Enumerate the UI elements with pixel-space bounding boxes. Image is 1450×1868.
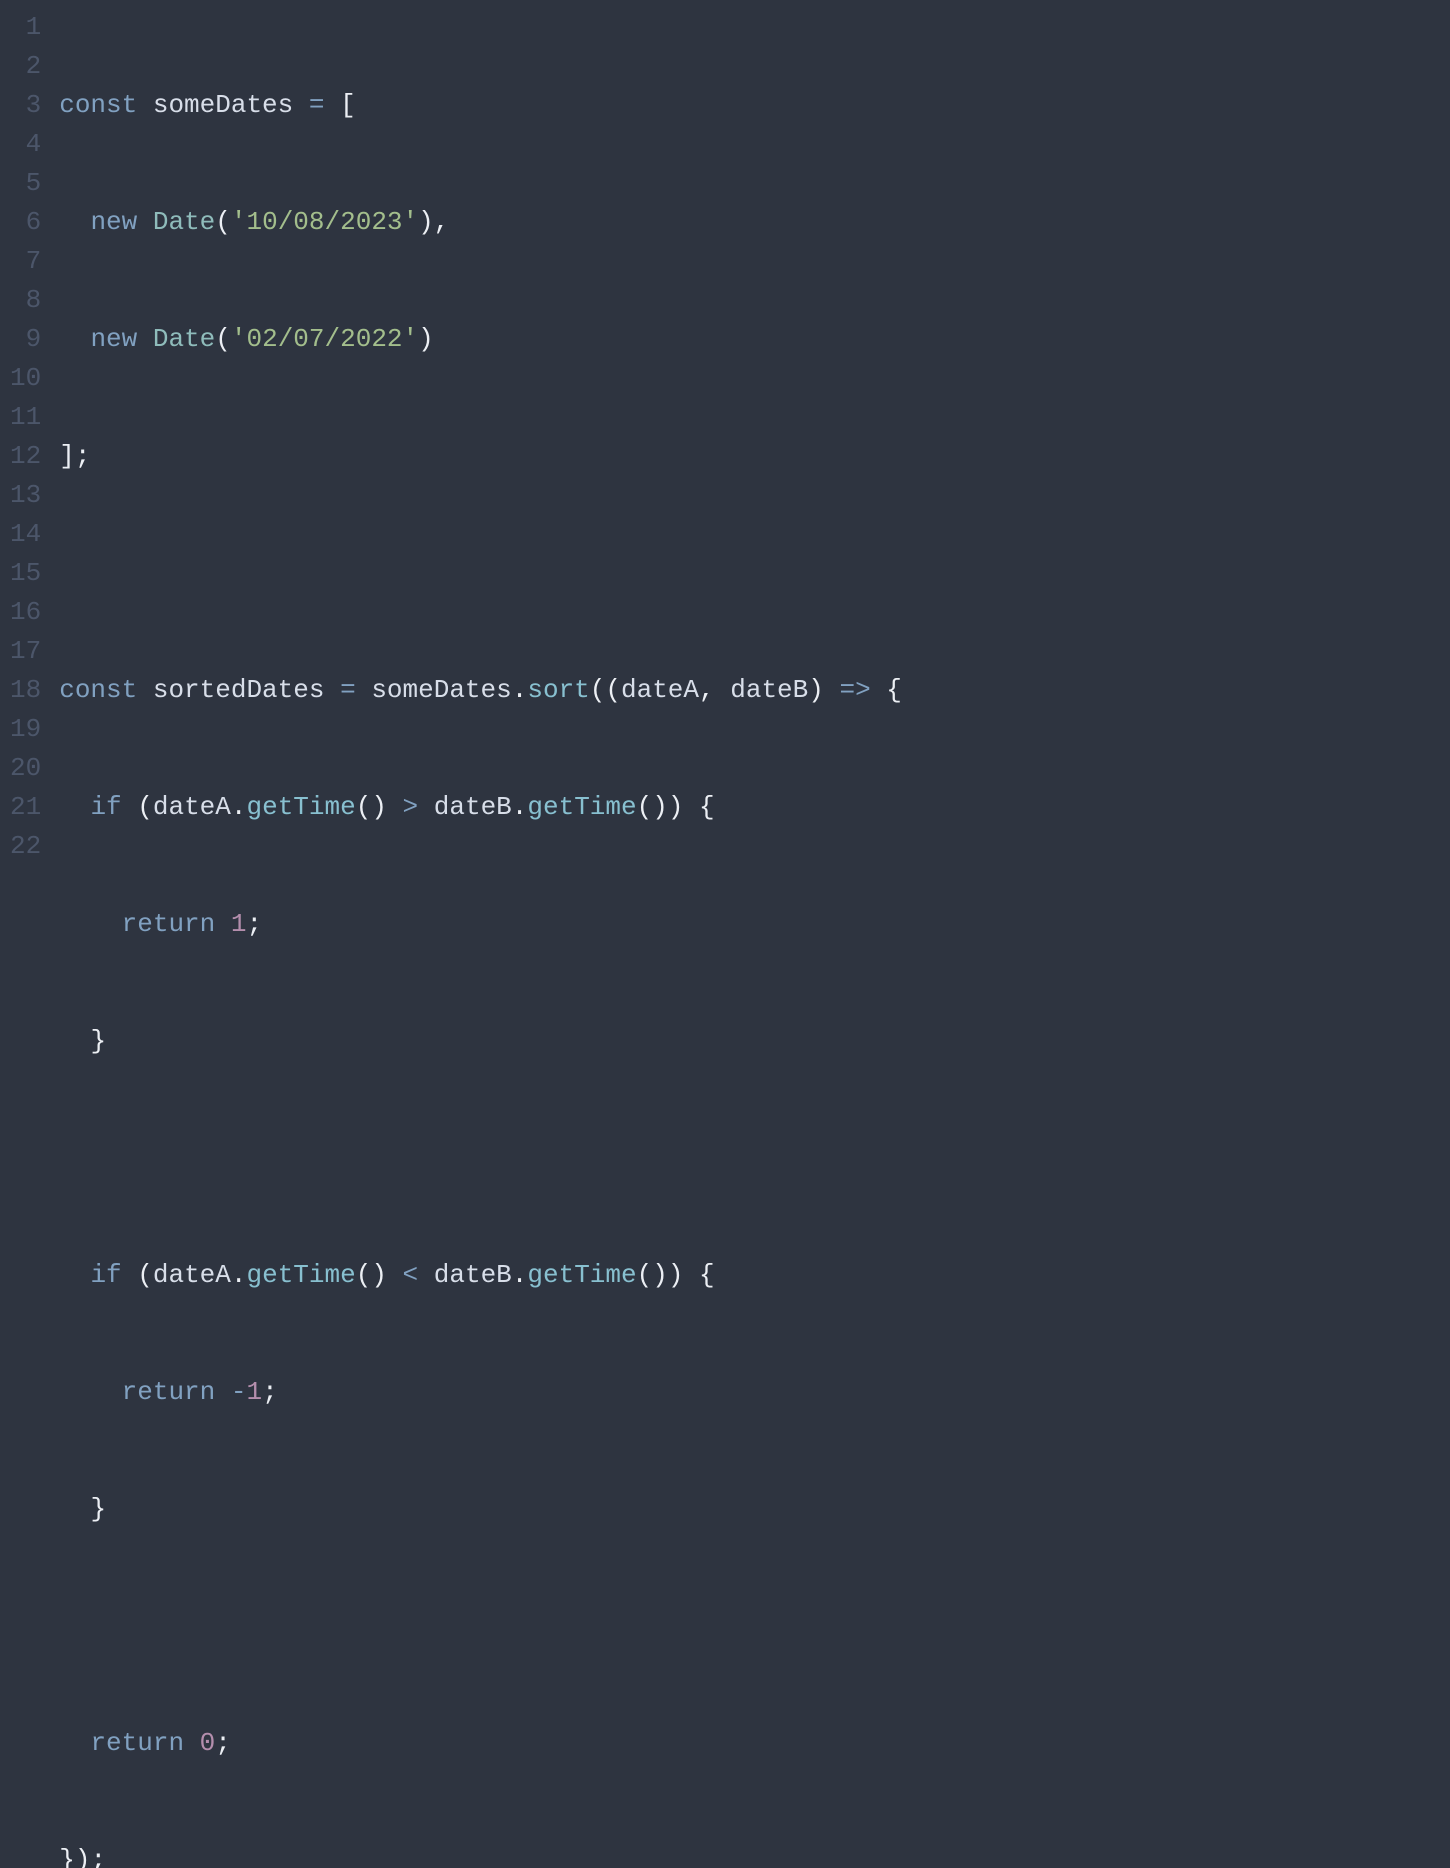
line-number: 18: [10, 671, 41, 710]
code-line[interactable]: [59, 1607, 1450, 1646]
line-number: 10: [10, 359, 41, 398]
line-number: 20: [10, 749, 41, 788]
code-content[interactable]: const someDates = [ new Date('10/08/2023…: [59, 8, 1450, 1868]
code-line[interactable]: [59, 1139, 1450, 1178]
line-number: 16: [10, 593, 41, 632]
line-number: 1: [10, 8, 41, 47]
code-line[interactable]: if (dateA.getTime() > dateB.getTime()) {: [59, 788, 1450, 827]
line-number: 12: [10, 437, 41, 476]
line-number: 4: [10, 125, 41, 164]
code-line[interactable]: const sortedDates = someDates.sort((date…: [59, 671, 1450, 710]
code-editor[interactable]: 1 2 3 4 5 6 7 8 9 10 11 12 13 14 15 16 1…: [0, 8, 1450, 1868]
line-number: 3: [10, 86, 41, 125]
code-line[interactable]: }: [59, 1022, 1450, 1061]
line-number: 19: [10, 710, 41, 749]
line-number: 17: [10, 632, 41, 671]
line-number-gutter: 1 2 3 4 5 6 7 8 9 10 11 12 13 14 15 16 1…: [0, 8, 59, 1868]
line-number: 11: [10, 398, 41, 437]
code-line[interactable]: new Date('02/07/2022'): [59, 320, 1450, 359]
code-line[interactable]: [59, 554, 1450, 593]
line-number: 21: [10, 788, 41, 827]
code-line[interactable]: return 1;: [59, 905, 1450, 944]
line-number: 15: [10, 554, 41, 593]
line-number: 9: [10, 320, 41, 359]
line-number: 2: [10, 47, 41, 86]
code-line[interactable]: }: [59, 1490, 1450, 1529]
code-line[interactable]: return 0;: [59, 1724, 1450, 1763]
code-line[interactable]: if (dateA.getTime() < dateB.getTime()) {: [59, 1256, 1450, 1295]
line-number: 6: [10, 203, 41, 242]
line-number: 14: [10, 515, 41, 554]
line-number: 7: [10, 242, 41, 281]
line-number: 13: [10, 476, 41, 515]
code-line[interactable]: return -1;: [59, 1373, 1450, 1412]
line-number: 22: [10, 827, 41, 866]
code-line[interactable]: ];: [59, 437, 1450, 476]
line-number: 8: [10, 281, 41, 320]
code-line[interactable]: const someDates = [: [59, 86, 1450, 125]
line-number: 5: [10, 164, 41, 203]
code-line[interactable]: });: [59, 1841, 1450, 1868]
code-line[interactable]: new Date('10/08/2023'),: [59, 203, 1450, 242]
